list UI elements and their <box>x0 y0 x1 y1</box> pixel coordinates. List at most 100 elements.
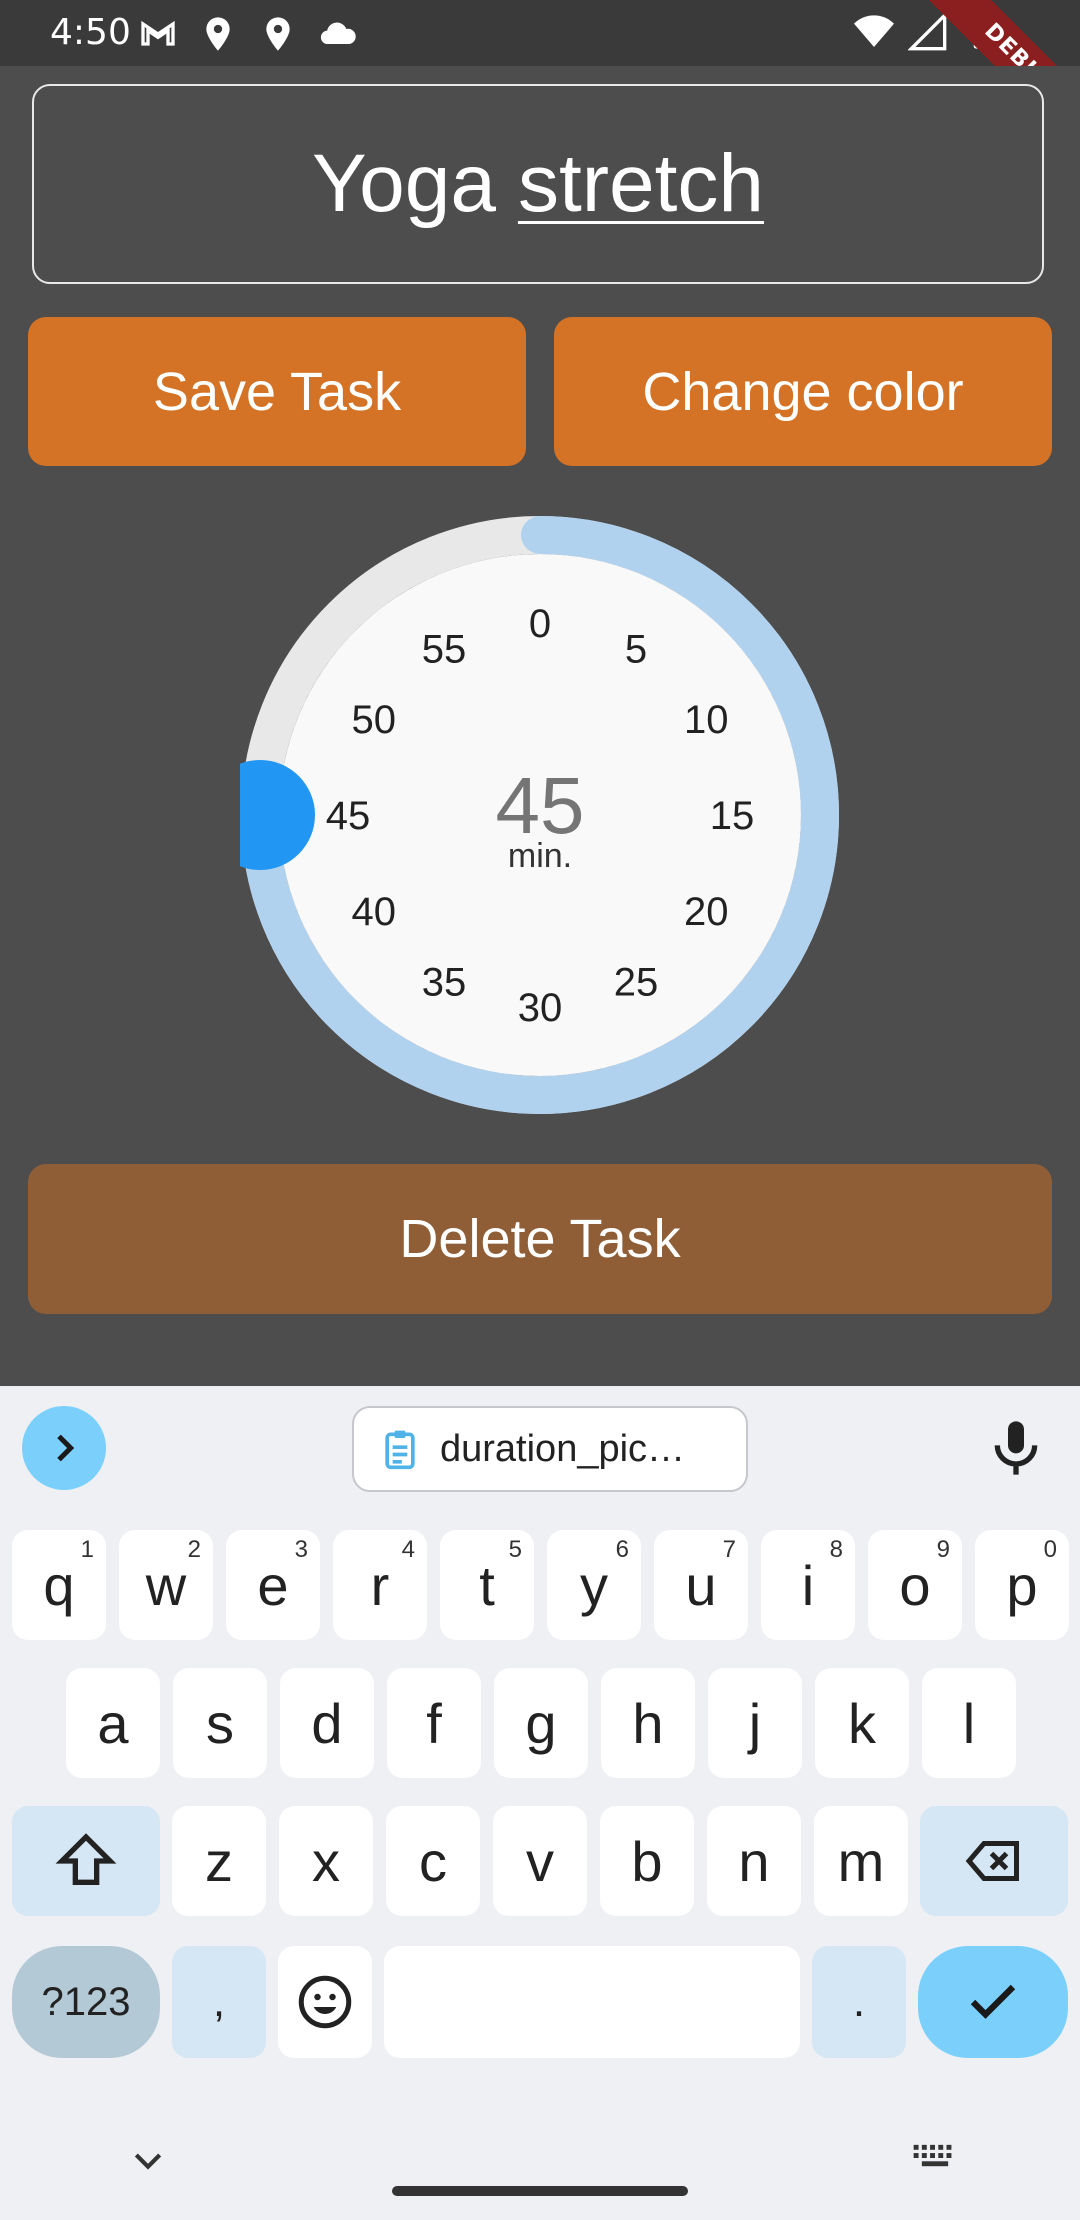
save-task-button[interactable]: Save Task <box>28 317 526 466</box>
key-label: u <box>685 1553 717 1617</box>
dial-tick-label: 55 <box>422 628 467 672</box>
key-label: m <box>837 1829 885 1893</box>
key-hint: 6 <box>615 1536 629 1563</box>
key-u[interactable]: u7 <box>654 1530 748 1640</box>
key-hint: 9 <box>936 1536 950 1563</box>
microphone-icon[interactable] <box>984 1416 1048 1480</box>
key-n[interactable]: n <box>707 1806 801 1916</box>
dial-tick-label: 40 <box>351 890 396 934</box>
key-f[interactable]: f <box>387 1668 481 1778</box>
key-i[interactable]: i8 <box>761 1530 855 1640</box>
comma-key[interactable]: , <box>172 1946 266 2058</box>
key-p[interactable]: p0 <box>975 1530 1069 1640</box>
key-label: r <box>370 1553 390 1617</box>
key-label: f <box>426 1691 442 1755</box>
key-hint: 8 <box>829 1536 843 1563</box>
clipboard-text: duration_pic… <box>440 1427 686 1470</box>
key-hint: 5 <box>508 1536 522 1563</box>
key-label: c <box>419 1829 447 1893</box>
task-editor: Yoga stretch Save Task Change color 0 5 10… <box>0 66 1080 1386</box>
key-x[interactable]: x <box>279 1806 373 1916</box>
key-label: j <box>748 1691 762 1755</box>
key-d[interactable]: d <box>280 1668 374 1778</box>
key-hint: 1 <box>80 1536 94 1563</box>
key-l[interactable]: l <box>922 1668 1016 1778</box>
key-v[interactable]: v <box>493 1806 587 1916</box>
key-label: w <box>145 1553 187 1617</box>
key-q[interactable]: q1 <box>12 1530 106 1640</box>
key-label: z <box>205 1829 233 1893</box>
key-k[interactable]: k <box>815 1668 909 1778</box>
space-key[interactable] <box>384 1946 800 2058</box>
period-key[interactable]: . <box>812 1946 906 2058</box>
key-s[interactable]: s <box>173 1668 267 1778</box>
emoji-key[interactable] <box>278 1946 372 2058</box>
key-a[interactable]: a <box>66 1668 160 1778</box>
location-icon <box>206 17 230 51</box>
key-w[interactable]: w2 <box>119 1530 213 1640</box>
key-label: b <box>631 1829 663 1893</box>
cloud-icon <box>320 22 356 45</box>
chevron-right-icon <box>57 1434 75 1462</box>
shift-key[interactable] <box>12 1806 160 1916</box>
key-label: h <box>632 1691 664 1755</box>
dial-tick-label: 20 <box>684 890 729 934</box>
key-h[interactable]: h <box>601 1668 695 1778</box>
dial-tick-label: 50 <box>351 698 396 742</box>
gmail-icon <box>141 20 175 46</box>
key-label: s <box>206 1691 234 1755</box>
key-m[interactable]: m <box>814 1806 908 1916</box>
key-hint: 4 <box>401 1536 415 1563</box>
wifi-icon <box>854 15 894 47</box>
keyboard-icon[interactable] <box>912 2138 958 2178</box>
key-hint: 0 <box>1043 1536 1057 1563</box>
key-c[interactable]: c <box>386 1806 480 1916</box>
key-label: k <box>848 1691 876 1755</box>
task-title-part2: stretch <box>517 138 765 229</box>
dial-tick-label: 35 <box>422 960 467 1004</box>
key-t[interactable]: t5 <box>440 1530 534 1640</box>
change-color-button[interactable]: Change color <box>554 317 1052 466</box>
check-icon <box>970 1984 1016 2019</box>
key-hint: 2 <box>187 1536 201 1563</box>
done-key[interactable] <box>918 1946 1068 2058</box>
key-hint: 3 <box>294 1536 308 1563</box>
backspace-key[interactable] <box>920 1806 1068 1916</box>
key-j[interactable]: j <box>708 1668 802 1778</box>
key-r[interactable]: r4 <box>333 1530 427 1640</box>
key-e[interactable]: e3 <box>226 1530 320 1640</box>
key-z[interactable]: z <box>172 1806 266 1916</box>
duration-picker[interactable]: 0510152025303540455055 45 min. <box>240 515 840 1115</box>
task-title-part1: Yoga <box>311 138 496 229</box>
dial-tick-label: 15 <box>710 794 755 838</box>
key-label: v <box>526 1829 554 1893</box>
key-label: g <box>525 1691 557 1755</box>
dial-unit: min. <box>508 837 572 875</box>
key-hint: 7 <box>722 1536 736 1563</box>
delete-task-button[interactable]: Delete Task <box>28 1164 1052 1314</box>
status-bar: 4:50 DEBUG <box>0 0 1080 168</box>
task-title-field[interactable]: Yoga stretch <box>32 84 1044 284</box>
key-label: y <box>580 1553 608 1617</box>
symbols-key[interactable]: ?123 <box>12 1946 160 2058</box>
expand-toolbar-button[interactable] <box>22 1406 106 1490</box>
home-indicator[interactable] <box>392 2186 688 2196</box>
dial-tick-label: 30 <box>518 986 563 1030</box>
key-label: o <box>899 1553 931 1617</box>
emoji-icon <box>298 1975 352 2029</box>
dial-tick-label: 25 <box>614 960 659 1004</box>
backspace-icon <box>965 1841 1019 1881</box>
key-label: p <box>1006 1553 1038 1617</box>
key-b[interactable]: b <box>600 1806 694 1916</box>
key-label: n <box>738 1829 770 1893</box>
key-label: x <box>312 1829 340 1893</box>
clipboard-suggestion[interactable]: duration_pic… <box>352 1406 748 1492</box>
chevron-down-icon[interactable] <box>128 2140 168 2180</box>
key-label: e <box>257 1553 289 1617</box>
key-y[interactable]: y6 <box>547 1530 641 1640</box>
key-o[interactable]: o9 <box>868 1530 962 1640</box>
signal-icon <box>908 12 947 51</box>
status-time: 4:50 <box>50 12 131 53</box>
soft-keyboard: duration_pic… q1w2e3r4t5y6u7i8o9p0asdfgh… <box>0 1386 1080 2220</box>
key-g[interactable]: g <box>494 1668 588 1778</box>
